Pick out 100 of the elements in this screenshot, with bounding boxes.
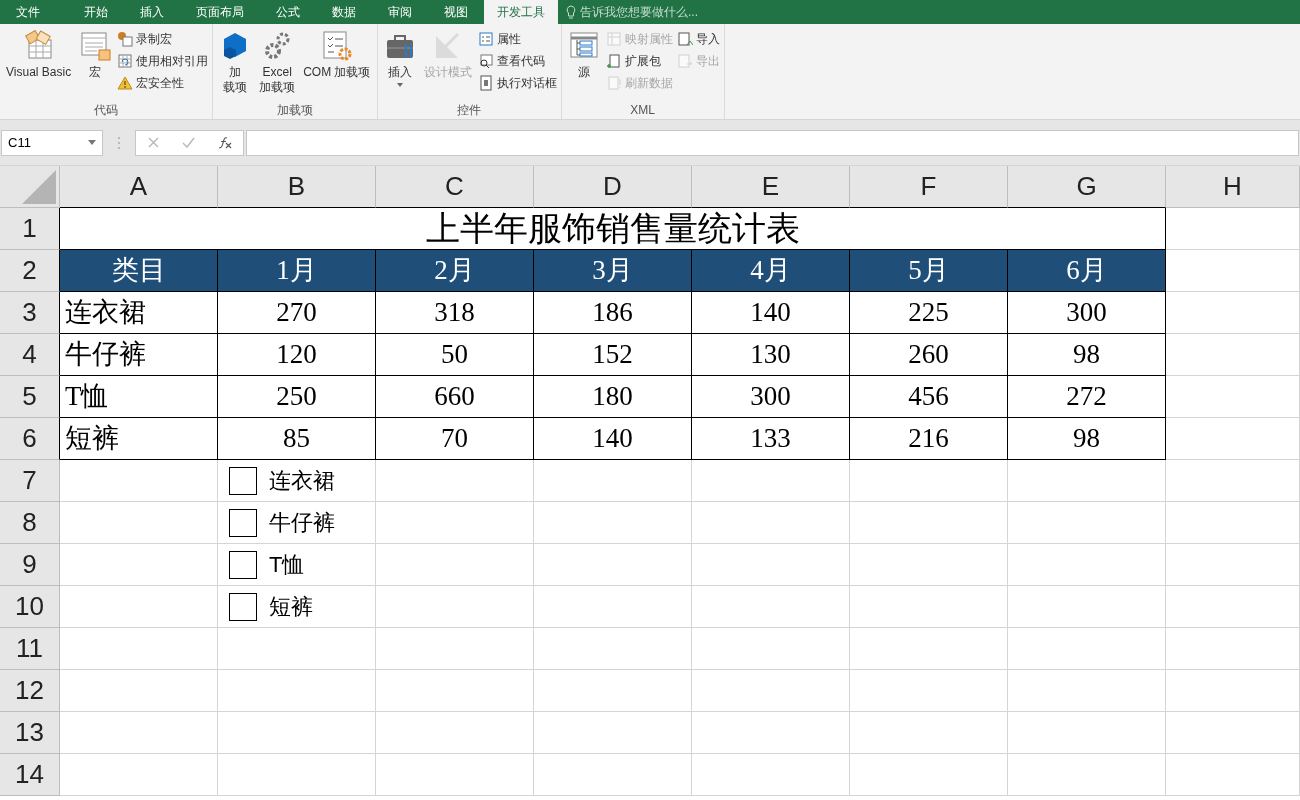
ribbon-tab[interactable]: 审阅 xyxy=(372,0,428,24)
worksheet-cell[interactable] xyxy=(218,754,376,796)
worksheet-cell[interactable] xyxy=(534,628,692,670)
ribbon-button[interactable]: 源 xyxy=(564,28,603,100)
worksheet-cell[interactable]: 牛仔裤 xyxy=(218,502,376,544)
worksheet-cell[interactable] xyxy=(534,460,692,502)
ribbon-button[interactable]: 扩展包 xyxy=(604,50,662,72)
checkbox-square[interactable] xyxy=(229,466,257,495)
row-header[interactable]: 5 xyxy=(0,376,60,418)
worksheet-cell[interactable] xyxy=(376,502,534,544)
column-header[interactable]: E xyxy=(692,166,850,208)
ribbon-button[interactable]: 导入 xyxy=(675,28,721,50)
worksheet-cell[interactable] xyxy=(60,670,218,712)
worksheet-cell[interactable] xyxy=(1166,460,1300,502)
worksheet-cell[interactable] xyxy=(60,754,218,796)
worksheet-cell[interactable] xyxy=(1166,250,1300,292)
ribbon-tab[interactable]: 页面布局 xyxy=(180,0,260,24)
worksheet-cell[interactable] xyxy=(692,712,850,754)
worksheet-cell[interactable] xyxy=(850,754,1008,796)
row-header[interactable]: 10 xyxy=(0,586,60,628)
row-header[interactable]: 13 xyxy=(0,712,60,754)
worksheet-cell[interactable] xyxy=(850,628,1008,670)
worksheet-cell[interactable]: T恤 xyxy=(218,544,376,586)
worksheet-cell[interactable] xyxy=(850,502,1008,544)
worksheet-cell[interactable] xyxy=(1166,502,1300,544)
worksheet-cell[interactable] xyxy=(1166,544,1300,586)
ribbon-button[interactable]: 使用相对引用 xyxy=(116,50,210,72)
ribbon-button[interactable]: 查看代码 xyxy=(476,50,546,72)
function-icon[interactable] xyxy=(217,136,232,149)
worksheet-cell[interactable] xyxy=(376,712,534,754)
checkbox-square[interactable] xyxy=(229,550,257,579)
select-all-icon[interactable] xyxy=(22,170,56,204)
worksheet-cell[interactable] xyxy=(1166,754,1300,796)
worksheet-cell[interactable] xyxy=(1008,628,1166,670)
column-header[interactable]: B xyxy=(218,166,376,208)
checkbox-square[interactable] xyxy=(229,592,257,621)
name-box[interactable]: C11 xyxy=(1,129,103,156)
worksheet-cell[interactable] xyxy=(692,460,850,502)
worksheet-cell[interactable] xyxy=(60,502,218,544)
worksheet-cell[interactable] xyxy=(60,544,218,586)
worksheet-cell[interactable] xyxy=(1166,376,1300,418)
row-header[interactable]: 4 xyxy=(0,334,60,376)
worksheet-cell[interactable] xyxy=(692,628,850,670)
row-header[interactable]: 2 xyxy=(0,250,60,292)
worksheet-cell[interactable] xyxy=(850,712,1008,754)
worksheet-cell[interactable] xyxy=(1008,544,1166,586)
worksheet-cell[interactable] xyxy=(1166,208,1300,250)
ribbon-button[interactable]: 属性 xyxy=(476,28,522,50)
row-header[interactable]: 9 xyxy=(0,544,60,586)
worksheet-cell[interactable] xyxy=(850,460,1008,502)
worksheet-cell[interactable] xyxy=(1008,586,1166,628)
checkbox[interactable]: 短裤 xyxy=(229,590,313,623)
column-header[interactable]: A xyxy=(60,166,218,208)
worksheet-cell[interactable] xyxy=(376,460,534,502)
worksheet-cell[interactable] xyxy=(1166,628,1300,670)
worksheet-cell[interactable] xyxy=(534,544,692,586)
checkbox[interactable]: T恤 xyxy=(229,548,305,581)
worksheet-cell[interactable]: 连衣裙 xyxy=(218,460,376,502)
worksheet-cell[interactable] xyxy=(1166,670,1300,712)
formula-field[interactable] xyxy=(246,129,1299,156)
worksheet-cell[interactable] xyxy=(1008,460,1166,502)
row-header[interactable]: 8 xyxy=(0,502,60,544)
column-header[interactable]: F xyxy=(850,166,1008,208)
checkbox-square[interactable] xyxy=(229,508,257,537)
ribbon-button[interactable]: 宏 xyxy=(76,28,115,100)
check-icon[interactable] xyxy=(181,137,195,148)
ribbon-button[interactable]: 加 载项 xyxy=(216,28,255,100)
cancel-icon[interactable] xyxy=(147,137,159,148)
worksheet-cell[interactable] xyxy=(1166,418,1300,460)
worksheet-cell[interactable] xyxy=(1166,586,1300,628)
worksheet-cell[interactable] xyxy=(218,712,376,754)
row-header[interactable]: 14 xyxy=(0,754,60,796)
column-header[interactable]: G xyxy=(1008,166,1166,208)
worksheet-cell[interactable] xyxy=(692,586,850,628)
worksheet-cell[interactable] xyxy=(850,544,1008,586)
ribbon-button[interactable]: 宏安全性 xyxy=(116,72,186,94)
tell-me-search[interactable]: 告诉我您想要做什么... xyxy=(566,0,698,24)
ribbon-tab[interactable]: 文件 xyxy=(0,0,56,24)
ribbon-button[interactable]: COM 加载项 xyxy=(300,28,374,100)
worksheet-cell[interactable] xyxy=(1166,712,1300,754)
ribbon-button[interactable]: Excel 加载项 xyxy=(256,28,299,100)
worksheet-cell[interactable] xyxy=(376,670,534,712)
worksheet-cell[interactable] xyxy=(534,712,692,754)
row-header[interactable]: 12 xyxy=(0,670,60,712)
ribbon-button[interactable]: 录制宏 xyxy=(116,28,174,50)
worksheet-cell[interactable] xyxy=(1166,292,1300,334)
worksheet-cell[interactable] xyxy=(534,502,692,544)
column-header[interactable]: H xyxy=(1166,166,1300,208)
worksheet-cell[interactable] xyxy=(60,628,218,670)
column-header[interactable]: D xyxy=(534,166,692,208)
worksheet-cell[interactable] xyxy=(60,460,218,502)
row-header[interactable]: 11 xyxy=(0,628,60,670)
ribbon-button[interactable]: 执行对话框 xyxy=(476,72,558,94)
row-header[interactable]: 1 xyxy=(0,208,60,250)
worksheet-cell[interactable] xyxy=(1008,502,1166,544)
worksheet-cell[interactable] xyxy=(850,670,1008,712)
ribbon-tab[interactable]: 公式 xyxy=(260,0,316,24)
row-header[interactable]: 7 xyxy=(0,460,60,502)
ribbon-tab[interactable]: 开始 xyxy=(68,0,124,24)
ribbon-button[interactable]: Visual Basic xyxy=(3,28,75,100)
